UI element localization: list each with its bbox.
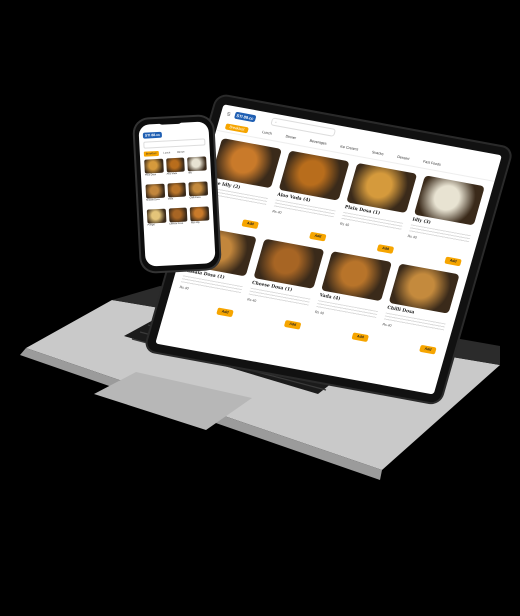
phone-menu-card[interactable]: Pongal xyxy=(146,208,167,232)
phone-item-name: Masala Dosa xyxy=(146,198,160,202)
phone-item-name: Vada xyxy=(167,198,174,201)
add-button[interactable]: Add xyxy=(351,332,370,343)
tab-fast-foods[interactable]: Fast Foods xyxy=(422,160,442,169)
add-button[interactable]: Add xyxy=(241,219,260,230)
phone-item-name: Rice Idly xyxy=(190,221,200,225)
tab-lunch[interactable]: Lunch xyxy=(261,130,273,138)
phone: STI 88.cc Breakfast Lunch Dinner Plain Dos… xyxy=(134,116,220,272)
menu-card[interactable]: Idly (3) Rs 40 Add xyxy=(402,175,485,268)
phone-tab-lunch[interactable]: Lunch xyxy=(161,150,172,156)
phone-menu-card[interactable]: Idly xyxy=(187,156,207,179)
phone-menu-card[interactable]: Masala Dosa xyxy=(145,183,165,207)
phone-brand-logo[interactable]: STI 88.cc xyxy=(142,131,163,139)
phone-menu-grid: Plain Dosa Aloo Vada Idly Masala Dosa Vada Ch… xyxy=(140,153,214,235)
phone-item-name: Cheese Dosa xyxy=(169,222,184,226)
food-image xyxy=(346,162,418,214)
phone-food-image xyxy=(187,156,207,172)
phone-search-input[interactable] xyxy=(143,138,206,149)
phone-food-image xyxy=(165,157,186,173)
menu-icon[interactable]: ☰ xyxy=(227,111,232,117)
food-image xyxy=(321,251,393,302)
phone-menu-card[interactable]: Rice Idly xyxy=(190,206,210,229)
tab-ice-creams[interactable]: Ice Creams xyxy=(339,144,359,153)
food-image xyxy=(278,150,350,201)
phone-food-image xyxy=(190,206,210,222)
phone-menu-card[interactable]: Plain Dosa xyxy=(144,158,164,182)
phone-display: STI 88.cc Breakfast Lunch Dinner Plain Dos… xyxy=(138,121,216,267)
add-button[interactable]: Add xyxy=(216,307,234,318)
phone-menu-card[interactable]: Vada xyxy=(167,182,187,206)
phone-item-name: Plain Dosa xyxy=(144,174,157,177)
add-button[interactable]: Add xyxy=(309,231,327,242)
add-button[interactable]: Add xyxy=(419,344,437,355)
phone-food-image xyxy=(167,182,187,198)
food-image xyxy=(211,138,282,189)
food-image xyxy=(413,175,485,226)
tab-breakfast[interactable]: Breakfast xyxy=(224,123,250,134)
phone-tab-breakfast[interactable]: Breakfast xyxy=(143,150,159,157)
tab-dinner[interactable]: Dinner xyxy=(284,134,297,142)
mockup-stage: ☰ STI 88.cc ⌕ Breakfast Lunch Dinner Bevera… xyxy=(0,0,520,616)
phone-menu-card[interactable]: Chilli Dosa xyxy=(188,181,209,204)
brand-logo[interactable]: STI 88.cc xyxy=(233,111,257,122)
phone-food-image xyxy=(145,183,165,199)
tab-beverages[interactable]: Beverages xyxy=(309,139,327,148)
phone-item-name: Aloo Vada xyxy=(166,172,178,176)
menu-card[interactable]: Chilli Dosa Rs 40 Add xyxy=(376,263,460,357)
phone-food-image xyxy=(146,208,167,224)
add-button[interactable]: Add xyxy=(283,319,302,330)
phone-item-name: Idly xyxy=(188,172,192,175)
add-button[interactable]: Add xyxy=(376,244,395,254)
phone-food-image xyxy=(144,158,164,174)
phone-food-image xyxy=(188,181,209,197)
search-icon: ⌕ xyxy=(274,120,278,125)
phone-item-name: Chilli Dosa xyxy=(189,196,201,200)
phone-menu-card[interactable]: Cheese Dosa xyxy=(168,207,188,230)
add-button[interactable]: Add xyxy=(444,256,462,267)
food-image xyxy=(388,263,460,314)
tab-snacks[interactable]: Snacks xyxy=(371,150,384,158)
food-image xyxy=(253,238,325,289)
tab-dessert[interactable]: Dessert xyxy=(396,155,410,163)
phone-food-image xyxy=(168,207,188,223)
phone-menu-card[interactable]: Aloo Vada xyxy=(165,157,186,181)
phone-item-name: Pongal xyxy=(147,224,155,227)
phone-tab-dinner[interactable]: Dinner xyxy=(175,149,187,155)
